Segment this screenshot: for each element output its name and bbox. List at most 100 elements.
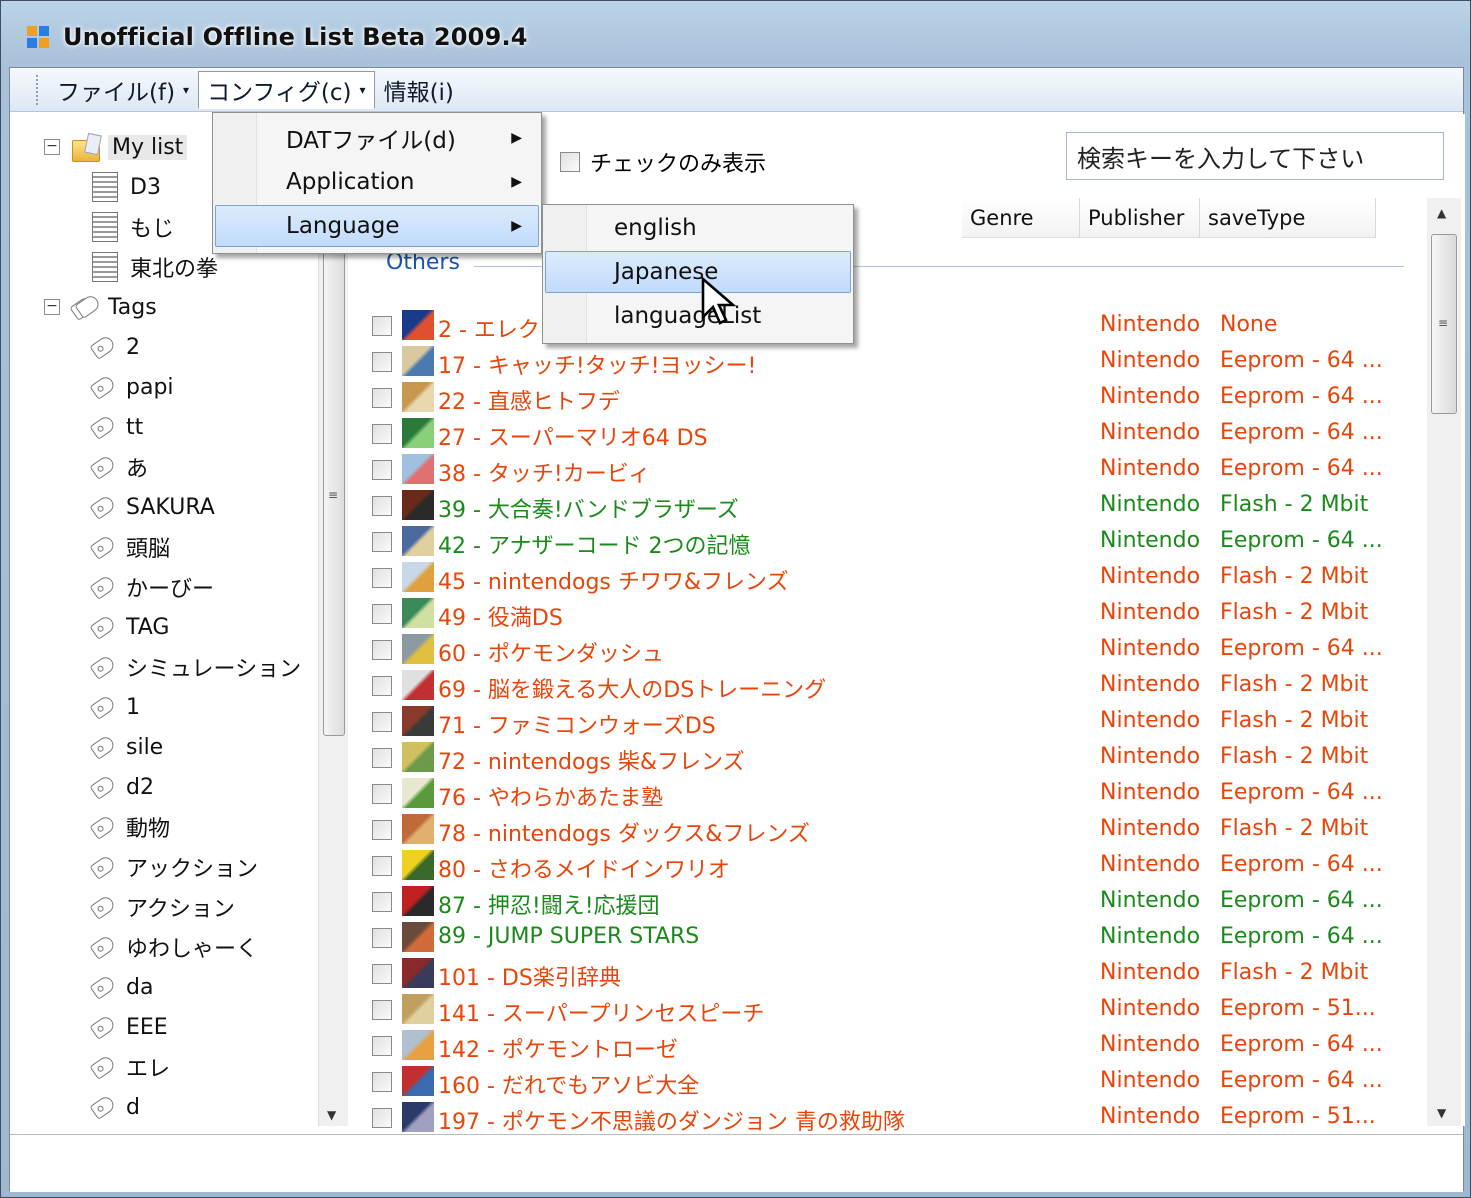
menu-item-dat-file[interactable]: DATファイル(d) ▶ <box>215 117 539 159</box>
table-row[interactable]: 142 - ポケモントローゼ Nintendo Eeprom - 64 ... <box>350 1028 1425 1064</box>
column-header-genre[interactable]: Genre <box>962 198 1080 238</box>
collapse-icon[interactable]: − <box>44 299 60 315</box>
menu-file[interactable]: ファイル(f) ▾ <box>48 71 198 109</box>
scroll-up-icon[interactable]: ▲ <box>1437 206 1446 220</box>
row-checkbox[interactable] <box>372 928 392 948</box>
row-checkbox[interactable] <box>372 352 392 372</box>
table-row[interactable]: 17 - キャッチ!タッチ!ヨッシー! Nintendo Eeprom - 64 .… <box>350 344 1425 380</box>
column-header-savetype[interactable]: saveType <box>1200 198 1376 238</box>
scroll-down-icon[interactable]: ▼ <box>1437 1106 1446 1120</box>
table-row[interactable]: 49 - 役満DS Nintendo Flash - 2 Mbit <box>350 596 1425 632</box>
tree-item-tag[interactable]: da <box>89 968 153 1006</box>
table-row[interactable]: 141 - スーパープリンセスピーチ Nintendo Eeprom - 51... <box>350 992 1425 1028</box>
game-list[interactable]: Genre Publisher saveType Others 2 - エレクト… <box>350 198 1465 1135</box>
tree-item-tag[interactable]: エレ <box>89 1048 170 1086</box>
tree-item-list[interactable]: 東北の拳 <box>92 248 218 286</box>
row-checkbox[interactable] <box>372 964 392 984</box>
menu-item-language[interactable]: Language ▶ <box>215 205 539 247</box>
row-checkbox[interactable] <box>372 820 392 840</box>
column-header-publisher[interactable]: Publisher <box>1080 198 1200 238</box>
tree-item-tag[interactable]: sile <box>89 728 163 766</box>
row-checkbox[interactable] <box>372 604 392 624</box>
row-checkbox[interactable] <box>372 748 392 768</box>
menu-item-language-list[interactable]: languageList <box>545 295 851 337</box>
tree-node-mylist[interactable]: − My list <box>44 128 188 166</box>
table-row[interactable]: 42 - アナザーコード 2つの記憶 Nintendo Eeprom - 64 ..… <box>350 524 1425 560</box>
tree-item-tag[interactable]: 2 <box>89 328 140 366</box>
tree-item-tag[interactable]: papi <box>89 368 174 406</box>
row-checkbox[interactable] <box>372 892 392 912</box>
row-checkbox[interactable] <box>372 640 392 660</box>
toolbar-grip[interactable] <box>36 74 42 105</box>
table-row[interactable]: 69 - 脳を鍛える大人のDSトレーニング Nintendo Flash - 2 M… <box>350 668 1425 704</box>
menu-info[interactable]: 情報(i) <box>375 71 463 109</box>
row-checkbox[interactable] <box>372 784 392 804</box>
row-checkbox[interactable] <box>372 316 392 336</box>
table-row[interactable]: 38 - タッチ!カービィ Nintendo Eeprom - 64 ... <box>350 452 1425 488</box>
table-row[interactable]: 80 - さわるメイドインワリオ Nintendo Eeprom - 64 ... <box>350 848 1425 884</box>
table-row[interactable]: 39 - 大合奏!バンドブラザーズ Nintendo Flash - 2 Mbit <box>350 488 1425 524</box>
row-checkbox[interactable] <box>372 1108 392 1128</box>
collapse-icon[interactable]: − <box>44 139 60 155</box>
list-scrollbar[interactable]: ▲ ≡ ▼ <box>1427 198 1461 1126</box>
table-row[interactable]: 22 - 直感ヒトフデ Nintendo Eeprom - 64 ... <box>350 380 1425 416</box>
row-checkbox[interactable] <box>372 568 392 588</box>
checkbox[interactable] <box>560 152 580 172</box>
table-row[interactable]: 160 - だれでもアソビ大全 Nintendo Eeprom - 64 ... <box>350 1064 1425 1100</box>
tree-item-tag[interactable]: アックション <box>89 848 258 886</box>
game-savetype: Flash - 2 Mbit <box>1220 492 1369 517</box>
row-checkbox[interactable] <box>372 496 392 516</box>
tree-scrollbar[interactable]: ≡ ▼ <box>318 114 348 1126</box>
menu-item-japanese[interactable]: Japanese <box>545 251 851 293</box>
row-checkbox[interactable] <box>372 676 392 696</box>
tree-item-tag[interactable]: tt <box>89 408 143 446</box>
row-checkbox[interactable] <box>372 424 392 444</box>
tree-item-tag[interactable]: SAKURA <box>89 488 215 526</box>
table-row[interactable]: 45 - nintendogs チワワ&フレンズ Nintendo Flash - … <box>350 560 1425 596</box>
table-row[interactable]: 197 - ポケモン不思議のダンジョン 青の救助隊 Nintendo Eeprom … <box>350 1100 1425 1136</box>
tree-item-tag[interactable]: 動物 <box>89 808 170 846</box>
row-checkbox[interactable] <box>372 1000 392 1020</box>
row-checkbox[interactable] <box>372 712 392 732</box>
table-row[interactable]: 72 - nintendogs 柴&フレンズ Nintendo Flash - 2 … <box>350 740 1425 776</box>
row-checkbox[interactable] <box>372 856 392 876</box>
table-row[interactable]: 87 - 押忍!闘え!応援団 Nintendo Eeprom - 64 ... <box>350 884 1425 920</box>
game-savetype: Eeprom - 51... <box>1220 1104 1376 1129</box>
tree-item-tag[interactable]: d2 <box>89 768 154 806</box>
tree-item-tag[interactable]: d <box>89 1088 140 1126</box>
game-title: 78 - nintendogs ダックス&フレンズ <box>438 822 810 847</box>
tree-item-list[interactable]: D3 <box>92 168 161 206</box>
tree-item-tag[interactable]: EEE <box>89 1008 168 1046</box>
tree-item-tag[interactable]: 1 <box>89 688 140 726</box>
row-checkbox[interactable] <box>372 460 392 480</box>
row-checkbox[interactable] <box>372 1072 392 1092</box>
row-checkbox[interactable] <box>372 388 392 408</box>
tree-item-tag[interactable]: かーびー <box>89 568 214 606</box>
tree-item-tag[interactable]: アクション <box>89 888 235 926</box>
menu-config[interactable]: コンフィグ(c) ▾ <box>198 70 375 109</box>
tree-view[interactable]: − My list D3 もじ 東北の拳 − Tags 2 papi tt あ SAKU… <box>10 114 318 1126</box>
tree-node-tags[interactable]: − Tags <box>44 288 157 326</box>
tree-item-tag[interactable]: TAG <box>89 608 169 646</box>
tree-item-tag[interactable]: ゆわしゃーく <box>89 928 258 966</box>
tree-item-tag[interactable]: あ <box>89 448 148 486</box>
tree-item-tag[interactable]: シミュレーション <box>89 648 301 686</box>
table-row[interactable]: 89 - JUMP SUPER STARS Nintendo Eeprom - 64… <box>350 920 1425 956</box>
scroll-down-icon[interactable]: ▼ <box>327 1108 336 1122</box>
table-row[interactable]: 101 - DS楽引辞典 Nintendo Flash - 2 Mbit <box>350 956 1425 992</box>
search-input[interactable] <box>1066 132 1444 180</box>
row-checkbox[interactable] <box>372 1036 392 1056</box>
menu-item-application[interactable]: Application ▶ <box>215 161 539 203</box>
tree-item-list[interactable]: もじ <box>92 208 174 246</box>
table-row[interactable]: 27 - スーパーマリオ64 DS Nintendo Eeprom - 64 ... <box>350 416 1425 452</box>
check-only-toggle[interactable]: チェックのみ表示 <box>560 146 766 178</box>
menu-item-english[interactable]: english <box>545 207 851 249</box>
row-checkbox[interactable] <box>372 532 392 552</box>
table-row[interactable]: 78 - nintendogs ダックス&フレンズ Nintendo Flash -… <box>350 812 1425 848</box>
tree-item-tag[interactable]: 頭脳 <box>89 528 170 566</box>
table-row[interactable]: 76 - やわらかあたま塾 Nintendo Eeprom - 64 ... <box>350 776 1425 812</box>
table-row[interactable]: 71 - ファミコンウォーズDS Nintendo Flash - 2 Mbit <box>350 704 1425 740</box>
table-row[interactable]: 60 - ポケモンダッシュ Nintendo Eeprom - 64 ... <box>350 632 1425 668</box>
title-bar[interactable]: Unofficial Offline List Beta 2009.4 <box>9 9 1462 65</box>
table-row[interactable]: 2 - エレクト Nintendo None <box>350 308 1425 344</box>
